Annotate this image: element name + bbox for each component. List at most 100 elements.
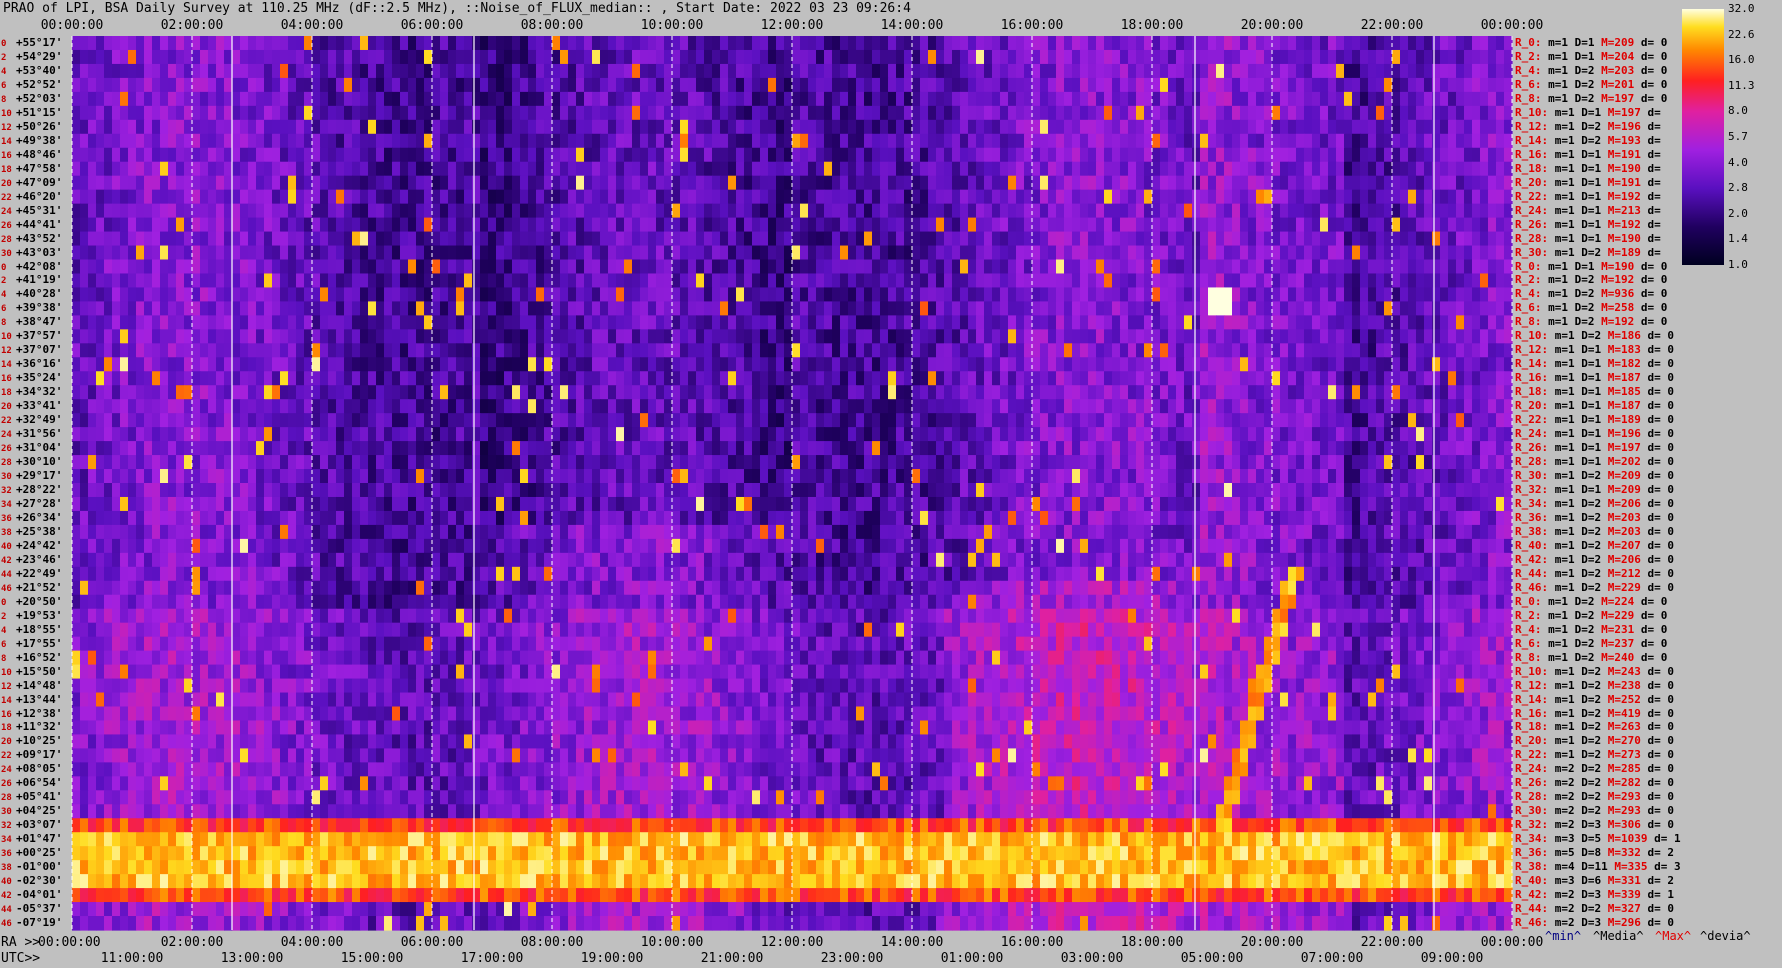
heatmap-cell: [240, 343, 249, 358]
heatmap-cell: [360, 357, 369, 372]
heatmap-cell: [536, 203, 545, 219]
heatmap-cell: [1504, 343, 1513, 358]
heatmap-cell: [1096, 203, 1105, 219]
heatmap-cell: [112, 49, 121, 65]
heatmap-cell: [336, 245, 345, 261]
heatmap-cell: [1096, 49, 1105, 65]
heatmap-cell: [536, 161, 545, 177]
heatmap-cell: [448, 399, 457, 414]
heatmap-cell: [960, 147, 969, 163]
heatmap-cell: [1448, 357, 1457, 372]
heatmap-cell: [1192, 217, 1201, 233]
heatmap-cell: [1320, 203, 1329, 219]
heatmap-cell: [168, 371, 177, 386]
heatmap-cell: [584, 147, 593, 163]
heatmap-cell: [792, 217, 801, 233]
heatmap-cell: [912, 161, 921, 177]
heatmap-cell: [328, 287, 337, 303]
heatmap-cell: [352, 399, 361, 414]
heatmap-cell: [536, 175, 545, 191]
heatmap-cell: [1504, 189, 1513, 205]
heatmap-cell: [424, 49, 433, 65]
heatmap-cell: [288, 301, 297, 316]
heatmap-cell: [120, 49, 129, 65]
heatmap-cell: [1256, 175, 1265, 191]
heatmap-cell: [1288, 371, 1297, 386]
heatmap-cell: [840, 259, 849, 275]
heatmap-cell: [528, 273, 537, 289]
heatmap-cell: [1416, 175, 1425, 191]
heatmap-cell: [1336, 301, 1345, 316]
heatmap-cell: [1032, 287, 1041, 303]
heatmap-cell: [1424, 273, 1433, 289]
heatmap-cell: [1464, 315, 1473, 330]
heatmap-cell: [120, 245, 129, 261]
heatmap-cell: [488, 217, 497, 233]
heatmap-cell: [1048, 63, 1057, 79]
heatmap-cell: [176, 105, 185, 121]
heatmap-cell: [752, 399, 761, 414]
heatmap-cell: [232, 329, 241, 344]
heatmap-cell: [744, 91, 753, 107]
heatmap-cell: [152, 49, 161, 65]
heatmap-cell: [1200, 231, 1209, 247]
heatmap-cell: [280, 287, 289, 303]
heatmap-cell: [144, 133, 153, 149]
heatmap-cell: [120, 399, 129, 414]
heatmap-cell: [504, 91, 513, 107]
heatmap-cell: [1480, 357, 1489, 372]
heatmap-cell: [1152, 63, 1161, 79]
heatmap-cell: [576, 36, 585, 51]
heatmap-cell: [376, 371, 385, 386]
heatmap-cell: [1288, 91, 1297, 107]
heatmap-cell: [1368, 231, 1377, 247]
heatmap-cell: [184, 385, 193, 400]
heatmap-cell: [1304, 245, 1313, 261]
heatmap-cell: [936, 119, 945, 135]
heatmap-cell: [216, 77, 225, 93]
heatmap-cell: [1216, 161, 1225, 177]
heatmap-cell: [1224, 63, 1233, 79]
heatmap-cell: [560, 77, 569, 93]
heatmap-cell: [440, 245, 449, 261]
heatmap-cell: [240, 49, 249, 65]
heatmap-cell: [424, 36, 433, 51]
heatmap-cell: [1432, 119, 1441, 135]
heatmap-cell: [280, 413, 289, 428]
heatmap-cell: [1168, 357, 1177, 372]
heatmap-cell: [352, 63, 361, 79]
heatmap-cell: [1168, 231, 1177, 247]
heatmap-cell: [1384, 189, 1393, 205]
heatmap-cell: [1160, 133, 1169, 149]
heatmap-cell: [704, 91, 713, 107]
heatmap-cell: [696, 217, 705, 233]
heatmap-cell: [984, 385, 993, 400]
heatmap-cell: [1328, 133, 1337, 149]
heatmap-cell: [824, 49, 833, 65]
heatmap-cell: [280, 175, 289, 191]
heatmap-cell: [792, 231, 801, 247]
heatmap-cell: [968, 49, 977, 65]
heatmap-cell: [960, 119, 969, 135]
heatmap-cell: [1504, 119, 1513, 135]
heatmap-cell: [1192, 161, 1201, 177]
heatmap-cell: [560, 385, 569, 400]
heatmap-cell: [648, 301, 657, 316]
heatmap-cell: [960, 175, 969, 191]
heatmap-cell: [608, 385, 617, 400]
heatmap-cell: [264, 273, 273, 289]
heatmap-cell: [336, 175, 345, 191]
heatmap-cell: [1240, 343, 1249, 358]
heatmap-cell: [384, 301, 393, 316]
heatmap-cell: [1088, 105, 1097, 121]
heatmap-cell: [872, 413, 881, 428]
heatmap-cell: [1336, 133, 1345, 149]
heatmap-cell: [672, 245, 681, 261]
heatmap-cell: [912, 385, 921, 400]
heatmap-cell: [1080, 301, 1089, 316]
heatmap-cell: [96, 315, 105, 330]
heatmap-cell: [576, 315, 585, 330]
heatmap-cell: [544, 189, 553, 205]
heatmap-cell: [200, 203, 209, 219]
heatmap-cell: [1352, 217, 1361, 233]
